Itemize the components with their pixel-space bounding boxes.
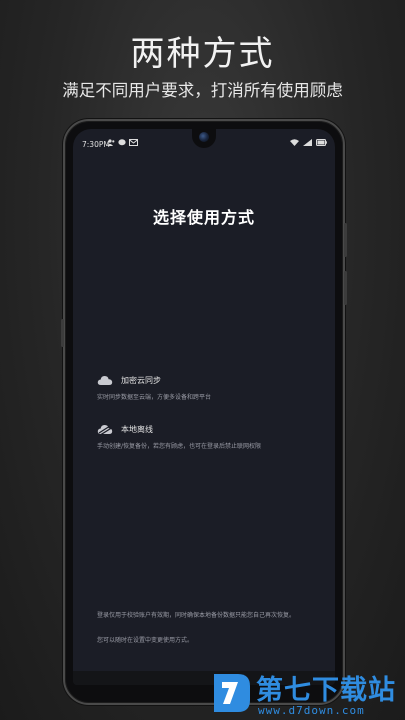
wifi-icon (290, 139, 299, 146)
option-local-offline[interactable]: 本地离线 手动创建/恢复备份，若您有顾虑，也可在登录后禁止联网权限 (97, 423, 317, 451)
watermark: 第七下载站 www.d7down.com (208, 668, 403, 720)
d7down-logo-icon (214, 674, 250, 712)
signal-icon (303, 139, 312, 146)
promo-title: 两种方式 (130, 34, 275, 74)
phone-volume-button (344, 223, 347, 257)
battery-icon (316, 139, 327, 146)
contacts-icon (107, 139, 115, 146)
footer-note-login: 登录仅用于校验账户有效期，同时确保本地备份数据只能您自己再次恢复。 (97, 612, 296, 619)
option-local-offline-description: 手动创建/恢复备份，若您有顾虑，也可在登录后禁止联网权限 (97, 443, 262, 450)
mail-icon (129, 139, 138, 146)
watermark-name: 第七下载站 (256, 675, 396, 706)
status-bar: 7:30PM (73, 129, 335, 155)
status-time: 7:30PM (82, 140, 110, 149)
cloud-icon (97, 376, 113, 385)
phone-power-button (344, 271, 347, 305)
status-notification-icons (107, 139, 138, 146)
app-screen: 7:30PM 选择使用方式 加密云同步 实时同步数据至云端，方便多设备和跨平台 … (73, 129, 335, 685)
option-cloud-sync-label: 加密云同步 (121, 375, 161, 385)
option-cloud-sync-description: 实时同步数据至云端，方便多设备和跨平台 (97, 394, 212, 401)
camera-notch (192, 129, 216, 148)
option-cloud-sync[interactable]: 加密云同步 实时同步数据至云端，方便多设备和跨平台 (97, 374, 317, 402)
screen-title: 选择使用方式 (152, 208, 255, 227)
chat-bubble-icon (118, 139, 126, 146)
option-local-offline-label: 本地离线 (121, 424, 153, 434)
footer-note-change: 您可以随时在设置中变更使用方式。 (97, 637, 194, 644)
camera-icon (199, 132, 209, 142)
status-system-icons (290, 139, 327, 146)
offline-cloud-icon (97, 425, 113, 435)
phone-frame: 7:30PM 选择使用方式 加密云同步 实时同步数据至云端，方便多设备和跨平台 … (61, 119, 347, 705)
promo-subtitle: 满足不同用户要求，打消所有使用顾虑 (62, 81, 343, 100)
watermark-url: www.d7down.com (258, 704, 365, 717)
phone-side-button-left (61, 319, 64, 347)
